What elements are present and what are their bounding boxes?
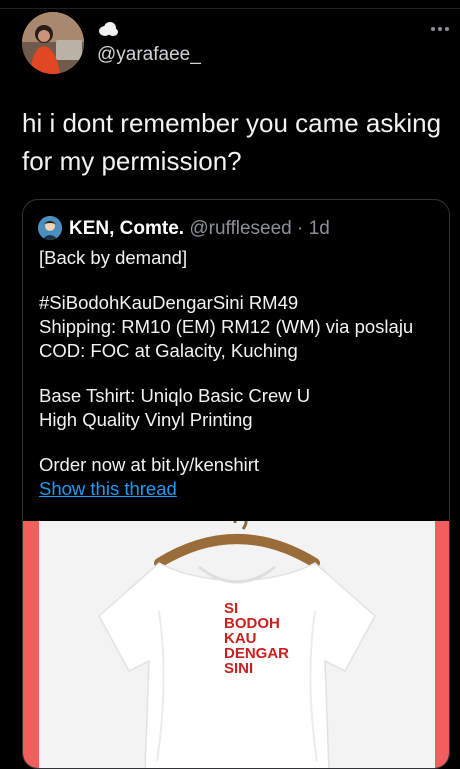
quote-line: Order now at bit.ly/kenshirt [39, 454, 260, 475]
tweet-text-line: hi i dont remember you came asking [22, 108, 442, 138]
quote-header: KEN, Comte. @ruffleseed · 1d [69, 218, 330, 240]
quote-line: #SiBodohKauDengarSini RM49 [39, 292, 299, 313]
quoted-tweet-card[interactable]: KEN, Comte. @ruffleseed · 1d [Back by de… [22, 199, 450, 769]
tweet-author-handle[interactable]: @yarafaee_ [97, 44, 201, 66]
quote-line: [Back by demand] [39, 247, 188, 268]
tshirt-image: SI BODOH KAU DENGAR SINI [39, 521, 435, 768]
quote-separator: · [291, 218, 309, 239]
tweet-text-line: for my permission? [22, 146, 242, 176]
show-thread-link[interactable]: Show this thread [39, 478, 177, 499]
quote-line: Base Tshirt: Uniqlo Basic Crew U [39, 385, 311, 406]
more-horizontal-icon[interactable] [429, 24, 451, 34]
shirt-print-line: KAU [224, 630, 257, 647]
cloud-emoji [97, 20, 119, 38]
tweet-media[interactable]: SI BODOH KAU DENGAR SINI [23, 521, 449, 768]
shirt-print-line: SI [224, 600, 239, 617]
quote-author-name[interactable]: KEN, Comte. [69, 218, 184, 239]
quote-author-handle[interactable]: @ruffleseed [189, 218, 291, 239]
quote-avatar[interactable] [38, 216, 62, 240]
quote-body: [Back by demand] #SiBodohKauDengarSini R… [39, 246, 439, 501]
quote-line: COD: FOC at Galacity, Kuching [39, 340, 298, 361]
shirt-print-line: BODOH [224, 615, 280, 632]
shirt-print-line: SINI [224, 660, 254, 677]
quote-line: Shipping: RM10 (EM) RM12 (WM) via poslaj… [39, 316, 414, 337]
shirt-print-line: DENGAR [224, 645, 290, 662]
quote-timestamp[interactable]: 1d [309, 218, 330, 239]
tweet-text: hi i dont remember you came asking for m… [22, 104, 442, 180]
quote-line: High Quality Vinyl Printing [39, 409, 253, 430]
divider [0, 8, 460, 9]
avatar[interactable] [22, 12, 84, 74]
shirt-print-text: SI BODOH KAU DENGAR SINI [224, 601, 289, 676]
